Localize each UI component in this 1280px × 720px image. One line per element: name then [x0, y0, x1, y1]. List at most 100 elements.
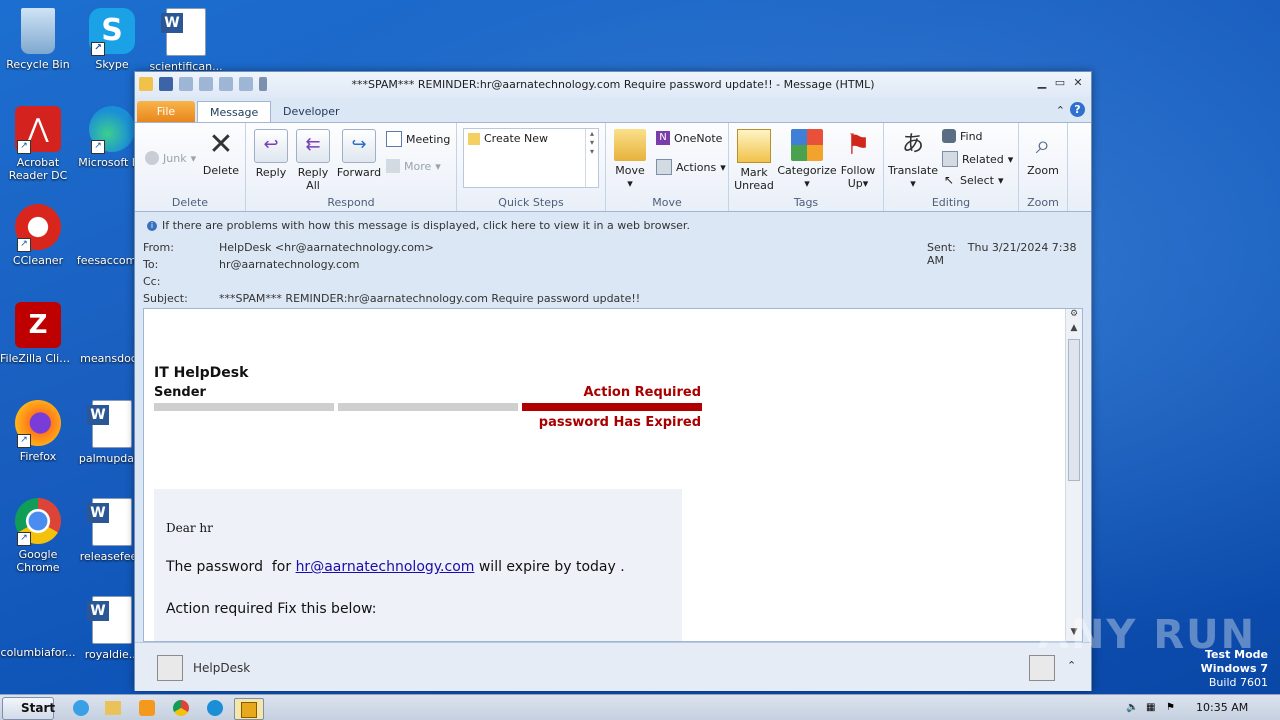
outlook-taskbar-icon[interactable] [234, 698, 264, 720]
collapse-ribbon-icon[interactable]: ⌃ [1056, 104, 1065, 117]
ie-taskbar-icon[interactable] [70, 698, 92, 718]
message-panel: Dear hr The password for hr@aarnatechnol… [154, 489, 682, 641]
move-button[interactable]: Move ▾ [612, 129, 648, 190]
acrobat-icon: ⋀ ↗ [15, 106, 61, 154]
window-controls: ▁ ▭ ✕ [1035, 76, 1085, 90]
body-brand: IT HelpDesk [154, 365, 249, 381]
email-link[interactable]: hr@aarnatechnology.com [296, 559, 475, 575]
close-icon[interactable]: ✕ [1071, 76, 1085, 90]
select-button[interactable]: ↖ Select ▾ [942, 173, 1004, 187]
desktop-icon-skype[interactable]: S ↗ Skype [74, 8, 150, 71]
desktop-icon-recycle-bin[interactable]: Recycle Bin [0, 8, 76, 71]
follow-up-button[interactable]: ⚑ Follow Up▾ [837, 128, 879, 191]
cursor-icon: ↖ [943, 173, 955, 187]
desktop-icon-ccleaner[interactable]: ↗ CCleaner [0, 204, 76, 267]
subject-row: Subject: ***SPAM*** REMINDER:hr@aarnatech… [143, 292, 641, 305]
desktop-icon-filezilla[interactable]: Z FileZilla Client [0, 302, 76, 365]
system-tray: 🔈 ▦ ⚑ 10:35 AM [1120, 695, 1280, 720]
create-new-quickstep[interactable]: Create New [468, 132, 548, 145]
edge-taskbar-icon[interactable] [204, 698, 226, 718]
categorize-icon [791, 129, 823, 161]
related-button[interactable]: Related ▾ [942, 151, 1013, 167]
reply-icon: ↩ [254, 129, 288, 163]
firefox-icon: ↗ [15, 400, 61, 448]
media-player-taskbar-icon[interactable] [136, 698, 158, 718]
expired-label: password Has Expired [538, 415, 701, 430]
group-zoom: ⌕ Zoom Zoom [1019, 123, 1068, 211]
desktop-icon-acrobat[interactable]: ⋀ ↗ Acrobat Reader DC [0, 106, 76, 182]
action-required-label: Action Required [583, 385, 701, 400]
group-move: Move ▾ N OneNote Actions ▾ Move [606, 123, 729, 211]
related-icon [942, 151, 958, 167]
scroll-options-icon[interactable]: ⚙ [1066, 309, 1082, 323]
volume-icon[interactable]: 🔈 [1126, 702, 1138, 713]
scroll-thumb[interactable] [1068, 339, 1080, 481]
from-value[interactable]: HelpDesk <hr@aarnatechnology.com> [219, 241, 434, 254]
onenote-button[interactable]: N OneNote [656, 131, 722, 145]
tab-file[interactable]: File [137, 101, 195, 122]
desktop-icon-scientifican[interactable]: W scientifican... [148, 8, 224, 73]
desktop-icon-columbiafor[interactable]: columbiafor... [0, 596, 76, 659]
message-body: IT HelpDesk Sender Action Required passw… [143, 308, 1083, 642]
desktop-icon-firefox[interactable]: ↗ Firefox [0, 400, 76, 463]
reply-button[interactable]: ↩ Reply [254, 129, 288, 179]
meeting-button[interactable]: Meeting [386, 131, 450, 147]
ribbon-tabs: File Message Developer ⌃ ? [135, 98, 1091, 123]
maximize-icon[interactable]: ▭ [1053, 76, 1067, 90]
to-value[interactable]: hr@aarnatechnology.com [219, 258, 360, 271]
taskbar: Start 🔈 ▦ ⚑ 10:35 AM [0, 694, 1280, 720]
word-document-icon: W [87, 400, 132, 448]
network-icon[interactable]: ▦ [1146, 702, 1155, 713]
flag-icon: ⚑ [845, 128, 871, 161]
word-document-icon: W [161, 8, 206, 56]
categorize-button[interactable]: Categorize ▾ [777, 129, 837, 190]
forward-button[interactable]: ↪ Forward [336, 129, 382, 179]
gallery-scroll[interactable]: ▴ ▾ ▾ [585, 129, 598, 187]
translate-icon: あ [901, 132, 924, 157]
mark-unread-button[interactable]: Mark Unread [733, 129, 775, 192]
window-title: ***SPAM*** REMINDER:hr@aarnatechnology.c… [351, 78, 875, 91]
help-icon[interactable]: ? [1070, 102, 1085, 117]
progress-segment-1 [154, 403, 334, 411]
more-icon [386, 159, 400, 173]
reply-all-button[interactable]: ⇇ Reply All [296, 129, 330, 192]
delete-button[interactable]: ✕ Delete [201, 129, 241, 178]
progress-segment-2 [338, 403, 518, 411]
infobar-text[interactable]: If there are problems with how this mess… [162, 219, 690, 232]
junk-button[interactable]: Junk ▾ [145, 151, 196, 165]
tab-message[interactable]: Message [197, 101, 272, 123]
start-button[interactable]: Start [2, 697, 55, 720]
clock[interactable]: 10:35 AM [1196, 701, 1248, 714]
explorer-taskbar-icon[interactable] [102, 698, 124, 718]
more-respond-button[interactable]: More ▾ [386, 159, 441, 173]
edge-icon: ↗ [89, 106, 135, 154]
title-bar: ***SPAM*** REMINDER:hr@aarnatechnology.c… [135, 72, 1091, 98]
body-sender: Sender [154, 385, 206, 400]
people-pane: HelpDesk ⌃ [135, 642, 1091, 691]
quick-steps-gallery[interactable]: Create New ▴ ▾ ▾ [463, 128, 599, 188]
junk-icon [145, 151, 159, 165]
ccleaner-icon: ↗ [15, 204, 61, 252]
avatar[interactable] [157, 655, 183, 681]
word-document-icon: W [87, 596, 132, 644]
minimize-icon[interactable]: ▁ [1035, 76, 1049, 90]
infobar[interactable]: i If there are problems with how this me… [135, 211, 1091, 232]
people-pane-name[interactable]: HelpDesk [193, 661, 250, 675]
find-button[interactable]: Find [942, 129, 983, 143]
actions-icon [656, 159, 672, 175]
cc-row: Cc: [143, 275, 161, 288]
zoom-button[interactable]: ⌕ Zoom [1023, 129, 1063, 177]
translate-button[interactable]: あ Translate ▾ [888, 129, 938, 190]
onenote-icon: N [656, 131, 670, 145]
avatar-small[interactable] [1029, 655, 1055, 681]
binoculars-icon [942, 129, 956, 143]
forward-icon: ↪ [342, 129, 376, 163]
flag-tray-icon[interactable]: ⚑ [1166, 702, 1175, 713]
scroll-up-icon[interactable]: ▲ [1066, 323, 1082, 337]
actions-button[interactable]: Actions ▾ [656, 159, 726, 175]
body-scrollbar[interactable]: ⚙ ▲ ▼ [1065, 309, 1082, 641]
tab-developer[interactable]: Developer [271, 101, 352, 122]
desktop-icon-chrome[interactable]: ↗ Google Chrome [0, 498, 76, 574]
chrome-taskbar-icon[interactable] [170, 698, 192, 718]
expand-people-pane-icon[interactable]: ⌃ [1067, 659, 1076, 672]
